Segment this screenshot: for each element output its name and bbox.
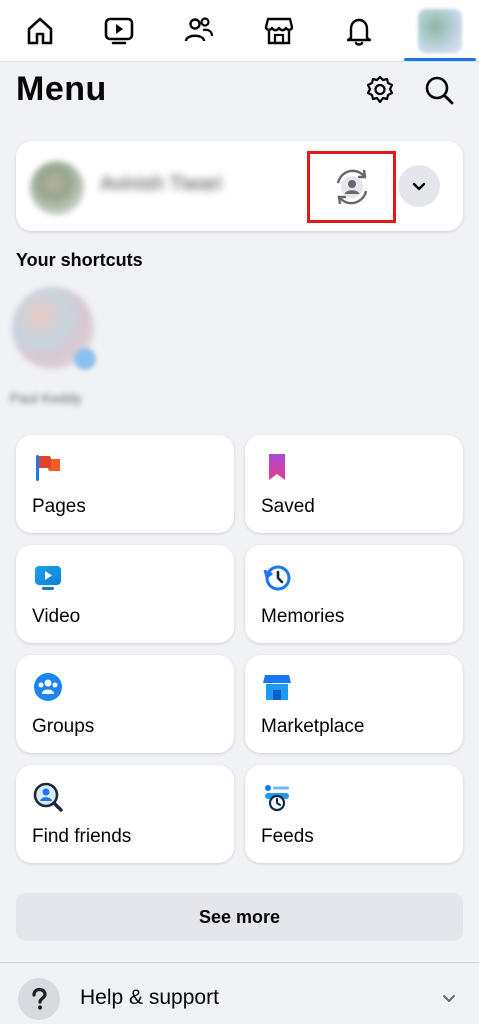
tile-label: Saved (261, 496, 315, 517)
profile-expand-button[interactable] (398, 165, 440, 207)
tile-label: Find friends (32, 826, 132, 847)
tile-saved[interactable]: Saved (245, 435, 463, 533)
question-icon (18, 978, 60, 1020)
search-icon (425, 76, 454, 105)
feeds-icon (265, 785, 289, 812)
tile-label: Marketplace (261, 716, 365, 737)
tile-find-friends[interactable]: Find friends (16, 765, 234, 863)
tile-pages[interactable]: Pages (16, 435, 234, 533)
chevron-down-icon (412, 182, 426, 191)
tile-memories[interactable]: Memories (245, 545, 463, 643)
tile-groups[interactable]: Groups (16, 655, 234, 753)
shortcuts-heading: Your shortcuts (16, 250, 143, 270)
tile-label: Pages (32, 496, 86, 517)
active-tab-indicator (404, 58, 476, 61)
switch-profile-icon (336, 169, 367, 205)
home-icon (27, 17, 53, 45)
video-icon (35, 566, 61, 590)
tile-marketplace[interactable]: Marketplace (245, 655, 463, 753)
divider (0, 962, 479, 963)
nav-profile-menu[interactable] (405, 0, 475, 62)
tile-label: Memories (261, 606, 345, 627)
see-more-button[interactable]: See more (16, 893, 463, 941)
profile-card[interactable]: Avinish Tiwari (16, 141, 463, 231)
switch-profile-button[interactable] (307, 151, 396, 223)
nav-notifications[interactable] (324, 0, 394, 62)
marketplace-icon (263, 675, 291, 700)
groups-icon (34, 673, 62, 701)
help-support-label: Help & support (80, 986, 219, 1009)
profile-avatar (30, 161, 84, 215)
nav-marketplace[interactable] (244, 0, 314, 62)
shortcut-badge (74, 348, 96, 370)
chevron-down-icon (443, 995, 455, 1002)
nav-friends[interactable] (164, 0, 234, 62)
profile-name: Avinish Tiwari (100, 173, 222, 195)
notifications-icon (346, 18, 372, 46)
marketplace-icon (264, 17, 294, 45)
top-nav-bar (0, 0, 479, 62)
tile-label: Feeds (261, 826, 314, 847)
tile-feeds[interactable]: Feeds (245, 765, 463, 863)
tile-video[interactable]: Video (16, 545, 234, 643)
shortcut-label: Paul Keddy (10, 390, 82, 406)
settings-button[interactable] (362, 72, 398, 108)
help-support-row[interactable]: Help & support (0, 970, 479, 1024)
nav-video[interactable] (84, 0, 154, 62)
page-title: Menu (16, 70, 107, 108)
nav-home[interactable] (5, 0, 75, 62)
tile-label: Video (32, 606, 81, 627)
find-friends-icon (33, 782, 63, 812)
video-icon (104, 17, 134, 45)
gear-icon (366, 75, 394, 104)
memories-clock-icon (263, 565, 291, 591)
pages-flag-icon (36, 455, 60, 481)
search-button[interactable] (421, 72, 457, 108)
friends-icon (184, 17, 214, 42)
profile-menu-avatar (418, 9, 462, 53)
tile-label: Groups (32, 716, 95, 737)
saved-bookmark-icon (269, 454, 285, 480)
